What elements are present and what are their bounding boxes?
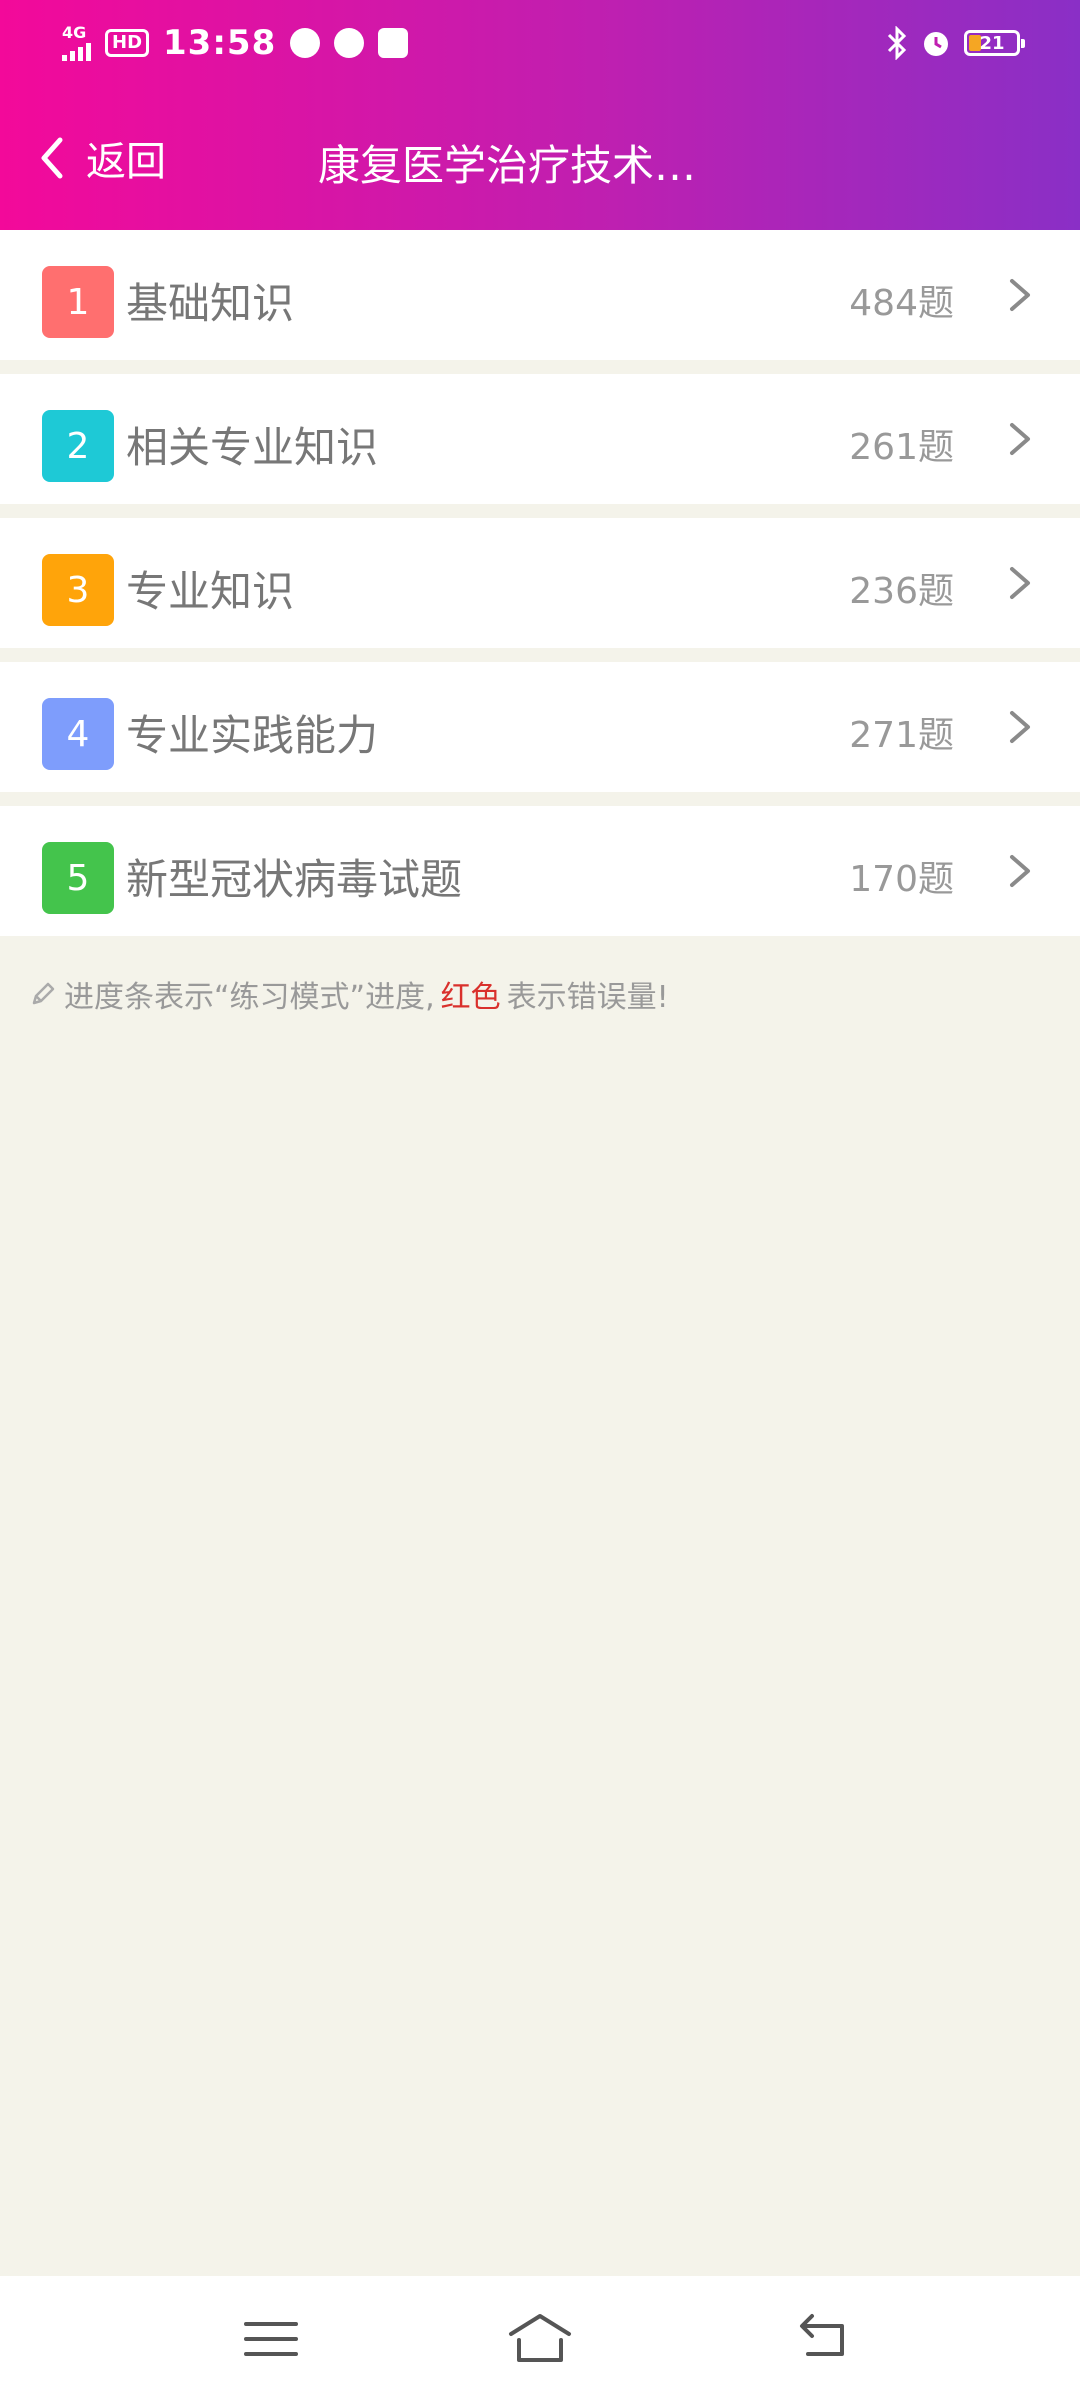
hint-text-suffix: 表示错误量!: [506, 980, 669, 1015]
back-label: 返回: [86, 139, 166, 185]
network-type: 4G: [62, 23, 87, 42]
chapter-list: 1 基础知识 484题 2 相关专业知识 261题 3 专业知识 236题 4 …: [0, 230, 1080, 950]
signal-icon: 4G: [62, 25, 91, 61]
chevron-right-icon: [1010, 279, 1030, 311]
item-index-badge: 1: [42, 266, 114, 338]
system-nav-bar: [0, 2276, 1080, 2400]
item-name: 基础知识: [126, 279, 295, 328]
battery-level: 21: [979, 32, 1005, 54]
alarm-icon: [924, 32, 948, 56]
item-count: 261题: [849, 427, 954, 468]
item-index-badge: 2: [42, 410, 114, 482]
progress-hint: 进度条表示“练习模式”进度, 红色 表示错误量!: [28, 972, 669, 1016]
nav-bar: 返回 康复医学治疗技术…: [0, 120, 1080, 200]
item-name: 专业实践能力: [126, 711, 379, 760]
item-name: 新型冠状病毒试题: [126, 855, 463, 904]
list-item[interactable]: 3 专业知识 236题: [0, 518, 1080, 648]
status-time: 13:58: [163, 23, 277, 63]
status-bar: 4G HD 13:58 21: [0, 0, 1080, 86]
hint-text-highlight: 红色: [440, 980, 501, 1015]
item-index-badge: 5: [42, 842, 114, 914]
chevron-right-icon: [1010, 567, 1030, 599]
home-icon: [509, 2314, 571, 2362]
page-title: 康复医学治疗技术…: [318, 141, 697, 190]
chevron-right-icon: [1010, 423, 1030, 455]
battery-icon: 21: [964, 30, 1025, 56]
chevron-left-icon: [41, 137, 63, 179]
item-count: 236题: [849, 571, 954, 612]
hd-icon: HD: [105, 29, 150, 57]
item-index-badge: 4: [42, 698, 114, 770]
bluetooth-icon: [887, 26, 907, 60]
app-notification-icon: [290, 28, 321, 58]
chevron-right-icon: [1010, 855, 1030, 887]
speed-notification-icon: [334, 28, 365, 58]
status-left: 4G HD 13:58: [62, 18, 409, 68]
home-button[interactable]: [505, 2304, 575, 2374]
signal-bars: [62, 41, 91, 61]
list-item[interactable]: 5 新型冠状病毒试题 170题: [0, 806, 1080, 936]
pencil-icon: [32, 982, 55, 1005]
item-name: 相关专业知识: [126, 423, 379, 472]
list-item[interactable]: 2 相关专业知识 261题: [0, 374, 1080, 504]
list-item[interactable]: 4 专业实践能力 271题: [0, 662, 1080, 792]
list-item[interactable]: 1 基础知识 484题: [0, 230, 1080, 360]
header: 4G HD 13:58 21 返回 康复医学治疗技术…: [0, 0, 1080, 230]
back-button[interactable]: 返回: [36, 128, 166, 188]
screen: 4G HD 13:58 21 返回 康复医学治疗技术… 1 基础知识 484题 …: [0, 0, 1080, 2400]
item-count: 271题: [849, 715, 954, 756]
status-right: 21: [886, 18, 1025, 68]
item-name: 专业知识: [126, 567, 295, 616]
chevron-right-icon: [1010, 711, 1030, 743]
menu-button[interactable]: [236, 2304, 306, 2374]
hint-text-prefix: 进度条表示“练习模式”进度,: [64, 980, 435, 1015]
item-count: 484题: [849, 283, 954, 324]
menu-icon: [244, 2322, 298, 2356]
item-index-badge: 3: [42, 554, 114, 626]
back-arrow-icon: [800, 2314, 844, 2356]
back-nav-button[interactable]: [790, 2304, 860, 2374]
item-count: 170题: [849, 859, 954, 900]
media-notification-icon: [378, 28, 409, 58]
